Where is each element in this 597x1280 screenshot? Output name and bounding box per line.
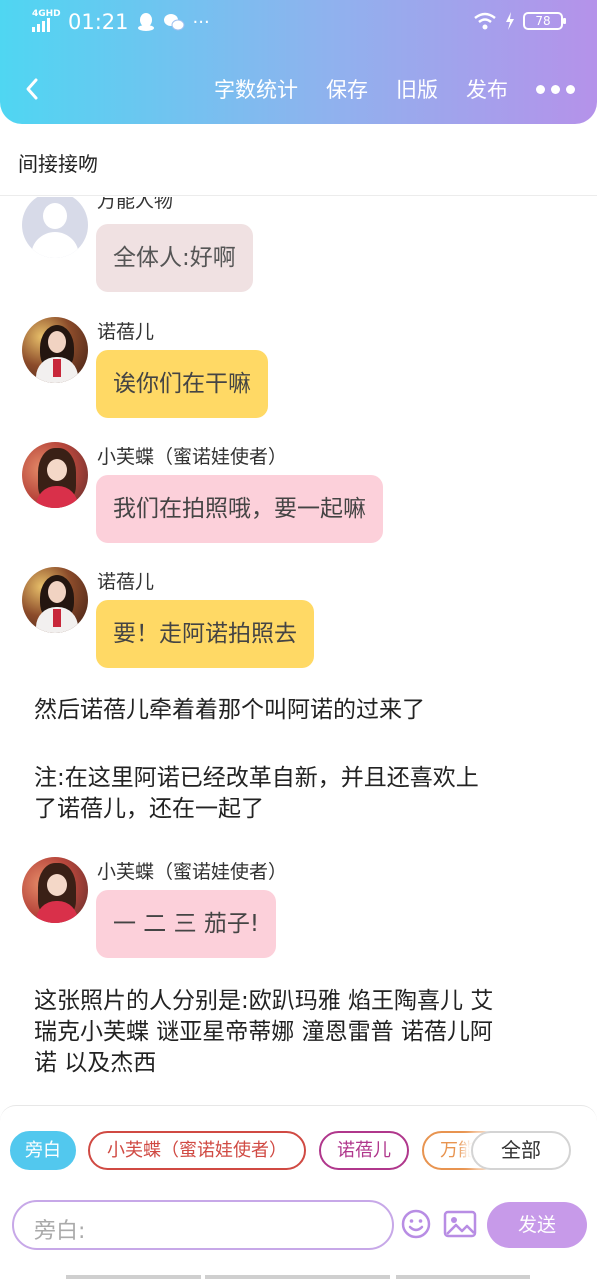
page-title[interactable]: 间接接吻 — [0, 124, 597, 196]
word-count-button[interactable]: 字数统计 — [214, 74, 298, 104]
message-bubble[interactable]: 要！走阿诺拍照去 — [96, 600, 314, 668]
charging-icon — [506, 12, 514, 30]
wechat-icon — [163, 14, 185, 31]
send-button[interactable]: 发送 — [487, 1202, 587, 1248]
more-notifications-icon: ··· — [192, 11, 210, 33]
role-selector: 旁白 小芙蝶（蜜诺娃使者） 诺蓓儿 万能 全部 — [10, 1131, 587, 1171]
old-version-button[interactable]: 旧版 — [396, 74, 438, 104]
narration-text[interactable]: 注:在这里阿诺已经改革自新，并且还喜欢上 了诺蓓儿，还在一起了 — [34, 763, 574, 825]
xiaofudie-avatar[interactable] — [22, 857, 88, 923]
message-input[interactable]: 旁白: — [12, 1200, 394, 1250]
narration-line: 瑞克小芙蝶 谜亚星帝蒂娜 潼恩雷普 诺蓓儿阿 — [34, 1019, 493, 1045]
speaker-name: 小芙蝶（蜜诺娃使者） — [97, 446, 288, 468]
message-bubble[interactable]: 全体人:好啊 — [96, 224, 253, 292]
battery-icon: 78 — [523, 12, 566, 30]
nuobeier-avatar[interactable] — [22, 567, 88, 633]
image-icon[interactable] — [443, 1208, 477, 1240]
status-bar: 4GHD 01:21 ··· 78 — [0, 8, 597, 38]
narration-text[interactable]: 这张照片的人分别是:欧趴玛雅 焰王陶喜儿 艾 瑞克小芙蝶 谜亚星帝蒂娜 潼恩雷普… — [34, 986, 574, 1079]
message-bubble[interactable]: 我们在拍照哦，要一起嘛 — [96, 475, 383, 543]
narration-line: 这张照片的人分别是:欧趴玛雅 焰王陶喜儿 艾 — [34, 988, 494, 1014]
wifi-icon — [474, 12, 496, 30]
more-menu-icon[interactable] — [536, 84, 575, 94]
generic-person-icon[interactable] — [22, 197, 88, 258]
narration-text[interactable]: 然后诺蓓儿牵着着那个叫阿诺的过来了 — [34, 695, 574, 726]
narration-line: 诺 以及杰西 — [34, 1050, 157, 1076]
xiaofudie-avatar[interactable] — [22, 442, 88, 508]
story-feed[interactable]: 万能人物 全体人:好啊 诺蓓儿 诶你们在干嘛 小芙蝶（蜜诺娃使者） 我们在拍照哦… — [0, 197, 597, 1105]
role-chip-xiaofudie[interactable]: 小芙蝶（蜜诺娃使者） — [88, 1131, 306, 1170]
role-chip-nuobeier[interactable]: 诺蓓儿 — [319, 1131, 409, 1170]
publish-button[interactable]: 发布 — [466, 74, 508, 104]
app-header: 4GHD 01:21 ··· 78 字数统计 保存 旧版 发布 — [0, 0, 597, 124]
gesture-bar — [0, 1273, 597, 1280]
narration-line: 注:在这里阿诺已经改革自新，并且还喜欢上 — [34, 765, 479, 791]
speaker-name: 诺蓓儿 — [97, 321, 155, 343]
back-icon[interactable] — [18, 70, 58, 110]
speaker-name: 万能人物 — [97, 197, 174, 212]
speaker-name: 诺蓓儿 — [97, 571, 155, 593]
clock: 01:21 — [68, 10, 129, 34]
compose-panel: 旁白 小芙蝶（蜜诺娃使者） 诺蓓儿 万能 全部 旁白: 发送 — [0, 1105, 597, 1280]
role-chip-narrator[interactable]: 旁白 — [10, 1131, 76, 1170]
signal-icon: 4GHD — [32, 10, 61, 34]
message-bubble[interactable]: 一 二 三 茄子! — [96, 890, 277, 958]
qq-icon — [137, 13, 154, 31]
speaker-name: 小芙蝶（蜜诺娃使者） — [97, 861, 288, 883]
narration-line: 了诺蓓儿，还在一起了 — [34, 796, 264, 822]
show-all-roles-button[interactable]: 全部 — [471, 1131, 571, 1170]
input-row: 旁白: 发送 — [0, 1200, 597, 1252]
save-button[interactable]: 保存 — [326, 74, 368, 104]
nav-bar: 字数统计 保存 旧版 发布 — [0, 70, 597, 110]
emoji-icon[interactable] — [400, 1208, 432, 1240]
nuobeier-avatar[interactable] — [22, 317, 88, 383]
message-bubble[interactable]: 诶你们在干嘛 — [96, 350, 268, 418]
